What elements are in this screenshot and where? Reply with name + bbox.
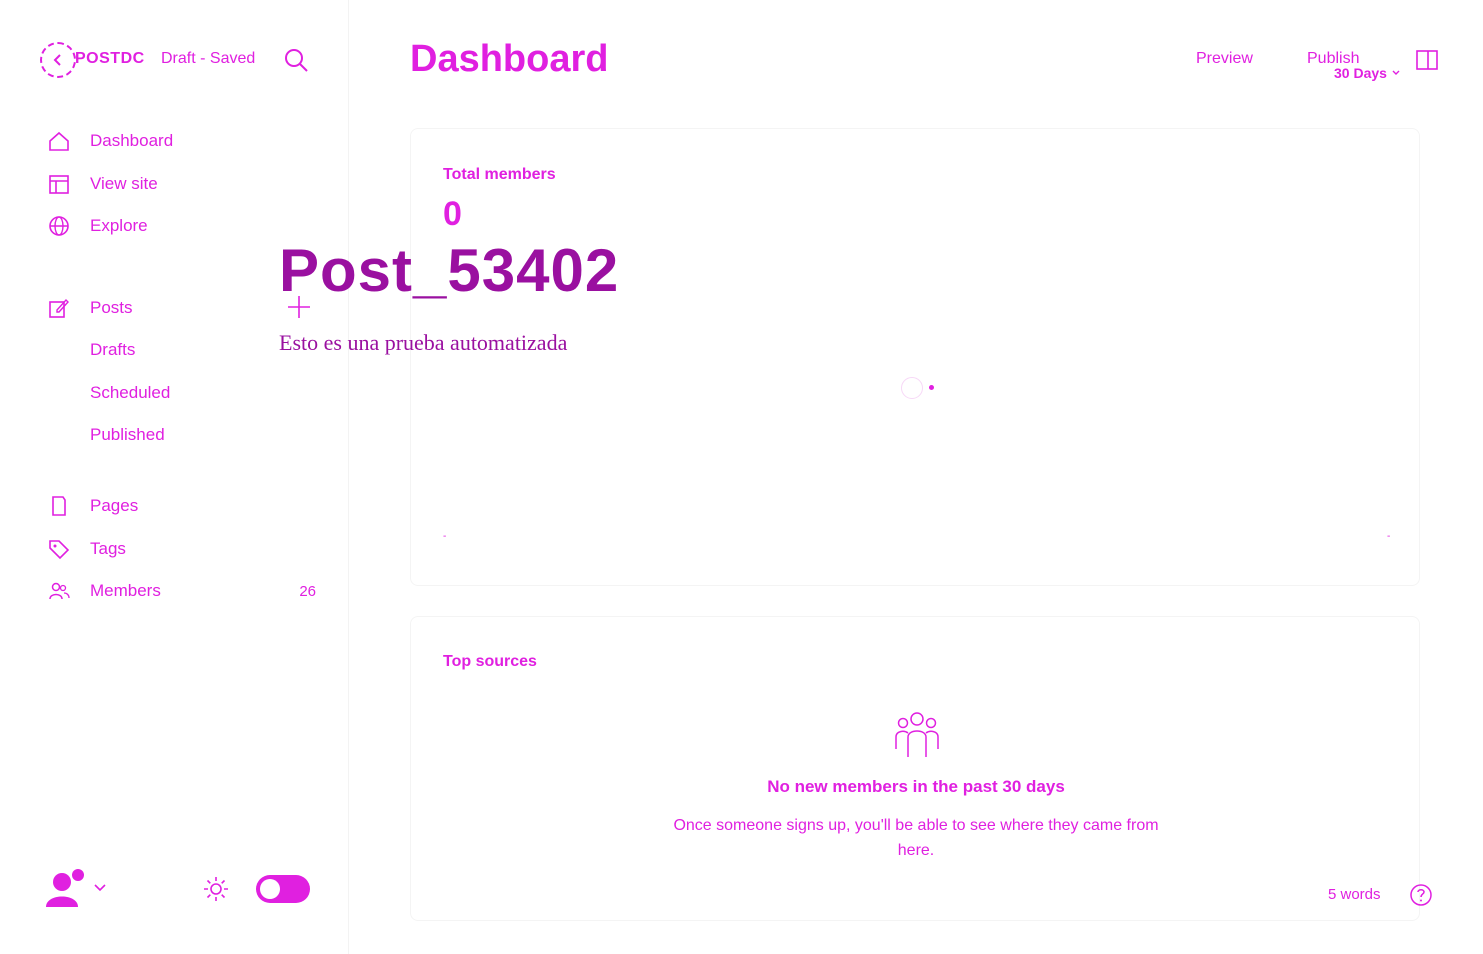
user-menu-toggle[interactable] — [92, 880, 108, 901]
help-icon — [1410, 884, 1432, 906]
sidebar-item-label: Posts — [90, 298, 133, 317]
empty-state-title: No new members in the past 30 days — [767, 777, 1065, 796]
sidebar-item-posts[interactable]: Posts — [46, 293, 316, 323]
sidebar-item-label: View site — [90, 174, 158, 193]
help-button[interactable] — [1409, 883, 1433, 912]
card-title: Total members — [443, 166, 556, 183]
top-sources-card: Top sources No new members in the past 3… — [410, 616, 1420, 921]
chevron-down-icon — [94, 884, 106, 892]
plus-icon — [288, 296, 310, 318]
gear-icon — [204, 877, 228, 901]
add-card-button[interactable] — [286, 294, 312, 325]
site-name: POSTDC — [75, 50, 145, 67]
sidebar-item-scheduled[interactable]: Scheduled — [90, 383, 170, 403]
user-avatar[interactable] — [44, 867, 86, 909]
sidebar-item-label: Dashboard — [90, 131, 174, 150]
chevron-down-icon — [1392, 70, 1400, 75]
sidebar-item-explore[interactable]: Explore — [46, 211, 316, 241]
sidebar-item-label: Explore — [90, 216, 148, 235]
post-body-editor[interactable]: Esto es una prueba automatizada — [279, 330, 567, 356]
page-title: Dashboard — [410, 38, 609, 80]
chevron-left-icon — [53, 54, 61, 66]
search-icon — [285, 49, 308, 72]
members-icon — [46, 578, 72, 604]
settings-panel-button[interactable] — [1415, 48, 1439, 77]
sidebar-item-view-site[interactable]: View site — [46, 169, 316, 199]
sidebar-panel-icon — [1416, 50, 1438, 70]
sidebar-item-tags[interactable]: Tags — [46, 534, 316, 564]
sidebar-item-pages[interactable]: Pages — [46, 491, 316, 521]
sidebar-item-dashboard[interactable]: Dashboard — [46, 126, 316, 156]
members-count: 26 — [299, 582, 316, 600]
page-icon — [46, 493, 72, 519]
axis-start-label: - — [443, 531, 447, 542]
sidebar-item-members[interactable]: Members 26 — [46, 576, 316, 606]
chart-point-ring — [901, 377, 923, 399]
chart-point — [929, 385, 934, 390]
sidebar-item-label: Members — [90, 581, 161, 600]
total-members-card: Total members 0 - - — [410, 128, 1420, 586]
axis-end-label: - — [1387, 531, 1391, 542]
date-range-select[interactable]: 30 Days — [1334, 65, 1401, 81]
sidebar-item-drafts[interactable]: Drafts — [90, 340, 135, 360]
date-range-label: 30 Days — [1334, 65, 1387, 81]
edit-icon — [46, 295, 72, 321]
word-count: 5 words — [1328, 886, 1381, 903]
members-icon — [891, 709, 943, 766]
user-icon — [46, 869, 84, 907]
home-icon — [46, 128, 72, 154]
sidebar-item-label: Tags — [90, 539, 126, 558]
preview-button[interactable]: Preview — [1196, 50, 1253, 68]
globe-icon — [46, 213, 72, 239]
sidebar: POSTDC Draft - Saved Dashboard View site… — [0, 0, 349, 954]
search-button[interactable] — [283, 47, 309, 73]
back-button[interactable] — [40, 42, 76, 78]
settings-button[interactable] — [202, 875, 230, 908]
dark-mode-toggle[interactable] — [256, 875, 310, 903]
post-title-field[interactable]: Post_53402 — [279, 236, 619, 305]
draft-status: Draft - Saved — [161, 50, 256, 67]
layout-icon — [46, 171, 72, 197]
sidebar-item-published[interactable]: Published — [90, 425, 165, 445]
total-members-value: 0 — [443, 195, 462, 233]
empty-state-text: Once someone signs up, you'll be able to… — [673, 817, 1159, 859]
tag-icon — [46, 536, 72, 562]
sidebar-item-label: Pages — [90, 496, 139, 515]
card-title: Top sources — [443, 653, 537, 670]
